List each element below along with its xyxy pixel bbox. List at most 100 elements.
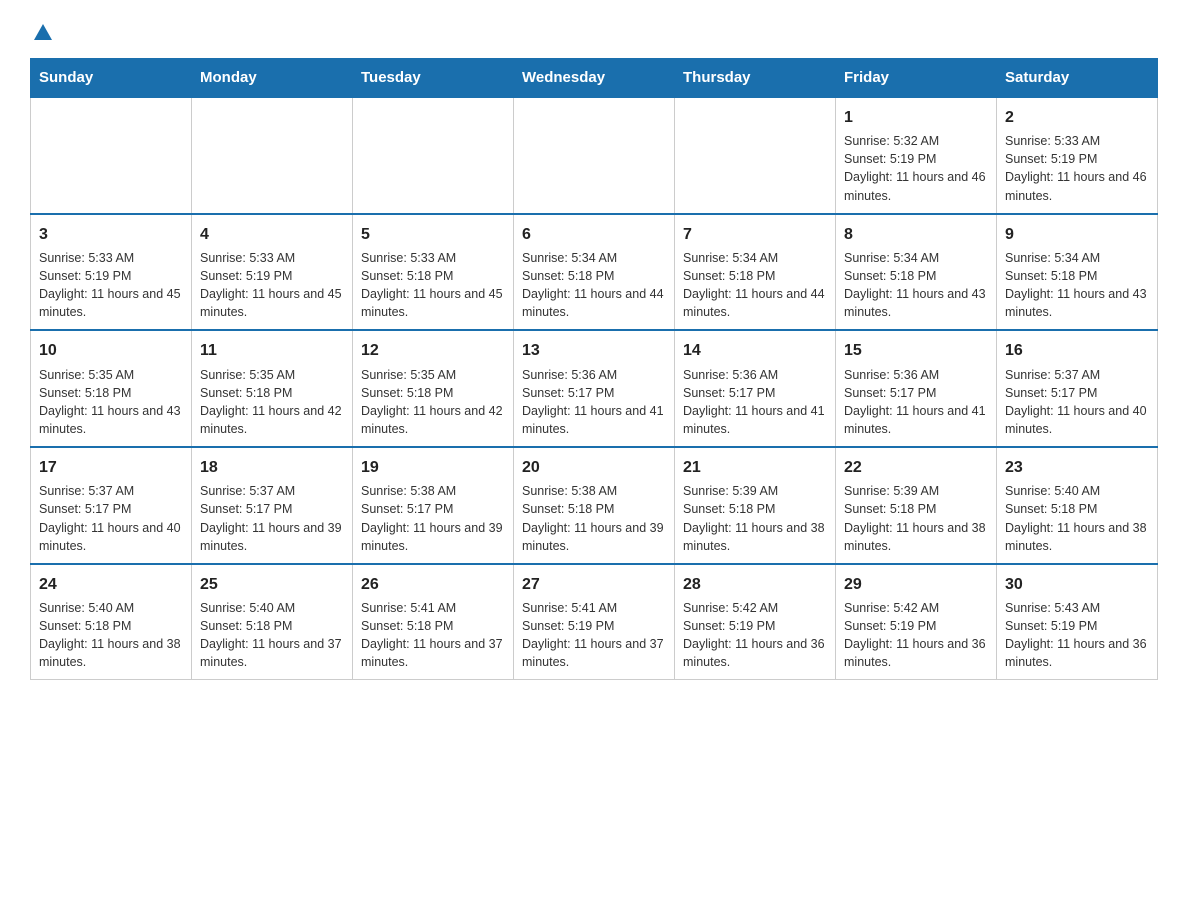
calendar-cell: 7 Sunrise: 5:34 AM Sunset: 5:18 PM Daylig… — [675, 214, 836, 331]
day-info: Sunrise: 5:33 AM Sunset: 5:18 PM Dayligh… — [361, 249, 505, 322]
day-number: 5 — [361, 223, 505, 246]
calendar-header-thursday: Thursday — [675, 59, 836, 98]
day-number: 16 — [1005, 339, 1149, 362]
calendar-cell: 8 Sunrise: 5:34 AM Sunset: 5:18 PM Daylig… — [836, 214, 997, 331]
calendar-cell: 11 Sunrise: 5:35 AM Sunset: 5:18 PM Dayli… — [192, 330, 353, 447]
calendar-cell: 24 Sunrise: 5:40 AM Sunset: 5:18 PM Dayli… — [31, 564, 192, 680]
day-number: 23 — [1005, 456, 1149, 479]
day-info: Sunrise: 5:33 AM Sunset: 5:19 PM Dayligh… — [39, 249, 183, 322]
calendar-cell: 26 Sunrise: 5:41 AM Sunset: 5:18 PM Dayli… — [353, 564, 514, 680]
calendar-cell: 23 Sunrise: 5:40 AM Sunset: 5:18 PM Dayli… — [997, 447, 1158, 564]
day-info: Sunrise: 5:41 AM Sunset: 5:19 PM Dayligh… — [522, 599, 666, 672]
calendar-header-wednesday: Wednesday — [514, 59, 675, 98]
day-number: 27 — [522, 573, 666, 596]
calendar-header-friday: Friday — [836, 59, 997, 98]
day-number: 9 — [1005, 223, 1149, 246]
day-info: Sunrise: 5:36 AM Sunset: 5:17 PM Dayligh… — [844, 366, 988, 439]
day-number: 15 — [844, 339, 988, 362]
logo — [30, 20, 54, 44]
day-info: Sunrise: 5:38 AM Sunset: 5:17 PM Dayligh… — [361, 482, 505, 555]
day-number: 26 — [361, 573, 505, 596]
day-number: 24 — [39, 573, 183, 596]
calendar-header-sunday: Sunday — [31, 59, 192, 98]
calendar-cell: 20 Sunrise: 5:38 AM Sunset: 5:18 PM Dayli… — [514, 447, 675, 564]
day-number: 3 — [39, 223, 183, 246]
calendar-week-row: 17 Sunrise: 5:37 AM Sunset: 5:17 PM Dayli… — [31, 447, 1158, 564]
calendar-week-row: 1 Sunrise: 5:32 AM Sunset: 5:19 PM Daylig… — [31, 97, 1158, 214]
day-info: Sunrise: 5:33 AM Sunset: 5:19 PM Dayligh… — [1005, 132, 1149, 205]
day-info: Sunrise: 5:42 AM Sunset: 5:19 PM Dayligh… — [683, 599, 827, 672]
day-info: Sunrise: 5:37 AM Sunset: 5:17 PM Dayligh… — [1005, 366, 1149, 439]
day-info: Sunrise: 5:35 AM Sunset: 5:18 PM Dayligh… — [39, 366, 183, 439]
day-number: 28 — [683, 573, 827, 596]
calendar-cell: 13 Sunrise: 5:36 AM Sunset: 5:17 PM Dayli… — [514, 330, 675, 447]
day-number: 25 — [200, 573, 344, 596]
calendar-header-row: SundayMondayTuesdayWednesdayThursdayFrid… — [31, 59, 1158, 98]
day-info: Sunrise: 5:41 AM Sunset: 5:18 PM Dayligh… — [361, 599, 505, 672]
calendar-cell: 25 Sunrise: 5:40 AM Sunset: 5:18 PM Dayli… — [192, 564, 353, 680]
day-number: 18 — [200, 456, 344, 479]
day-number: 17 — [39, 456, 183, 479]
logo-triangle-icon — [32, 22, 54, 44]
day-number: 8 — [844, 223, 988, 246]
calendar-cell: 27 Sunrise: 5:41 AM Sunset: 5:19 PM Dayli… — [514, 564, 675, 680]
day-info: Sunrise: 5:34 AM Sunset: 5:18 PM Dayligh… — [844, 249, 988, 322]
calendar-cell: 21Sunrise: 5:39 AM Sunset: 5:18 PM Dayli… — [675, 447, 836, 564]
day-info: Sunrise: 5:40 AM Sunset: 5:18 PM Dayligh… — [1005, 482, 1149, 555]
calendar-cell: 4 Sunrise: 5:33 AM Sunset: 5:19 PM Daylig… — [192, 214, 353, 331]
day-number: 7 — [683, 223, 827, 246]
calendar-cell: 30 Sunrise: 5:43 AM Sunset: 5:19 PM Dayli… — [997, 564, 1158, 680]
calendar-cell: 18 Sunrise: 5:37 AM Sunset: 5:17 PM Dayli… — [192, 447, 353, 564]
day-info: Sunrise: 5:38 AM Sunset: 5:18 PM Dayligh… — [522, 482, 666, 555]
day-info: Sunrise: 5:43 AM Sunset: 5:19 PM Dayligh… — [1005, 599, 1149, 672]
day-number: 21 — [683, 456, 827, 479]
calendar-cell: 16 Sunrise: 5:37 AM Sunset: 5:17 PM Dayli… — [997, 330, 1158, 447]
calendar-cell — [675, 97, 836, 214]
day-info: Sunrise: 5:34 AM Sunset: 5:18 PM Dayligh… — [683, 249, 827, 322]
calendar-cell: 1 Sunrise: 5:32 AM Sunset: 5:19 PM Daylig… — [836, 97, 997, 214]
day-number: 11 — [200, 339, 344, 362]
calendar-header-monday: Monday — [192, 59, 353, 98]
day-info: Sunrise: 5:42 AM Sunset: 5:19 PM Dayligh… — [844, 599, 988, 672]
calendar-cell: 5 Sunrise: 5:33 AM Sunset: 5:18 PM Daylig… — [353, 214, 514, 331]
day-number: 10 — [39, 339, 183, 362]
day-number: 13 — [522, 339, 666, 362]
calendar-cell: 19 Sunrise: 5:38 AM Sunset: 5:17 PM Dayli… — [353, 447, 514, 564]
day-number: 1 — [844, 106, 988, 129]
page-header — [30, 20, 1158, 44]
day-number: 29 — [844, 573, 988, 596]
day-info: Sunrise: 5:33 AM Sunset: 5:19 PM Dayligh… — [200, 249, 344, 322]
day-info: Sunrise: 5:32 AM Sunset: 5:19 PM Dayligh… — [844, 132, 988, 205]
day-number: 20 — [522, 456, 666, 479]
calendar-header-saturday: Saturday — [997, 59, 1158, 98]
day-info: Sunrise: 5:40 AM Sunset: 5:18 PM Dayligh… — [39, 599, 183, 672]
day-info: Sunrise: 5:36 AM Sunset: 5:17 PM Dayligh… — [522, 366, 666, 439]
day-number: 30 — [1005, 573, 1149, 596]
calendar-week-row: 3 Sunrise: 5:33 AM Sunset: 5:19 PM Daylig… — [31, 214, 1158, 331]
day-info: Sunrise: 5:36 AM Sunset: 5:17 PM Dayligh… — [683, 366, 827, 439]
calendar-cell: 2Sunrise: 5:33 AM Sunset: 5:19 PM Daylig… — [997, 97, 1158, 214]
calendar-cell: 3 Sunrise: 5:33 AM Sunset: 5:19 PM Daylig… — [31, 214, 192, 331]
day-number: 12 — [361, 339, 505, 362]
calendar-table: SundayMondayTuesdayWednesdayThursdayFrid… — [30, 58, 1158, 680]
day-number: 4 — [200, 223, 344, 246]
calendar-week-row: 10 Sunrise: 5:35 AM Sunset: 5:18 PM Dayli… — [31, 330, 1158, 447]
day-info: Sunrise: 5:40 AM Sunset: 5:18 PM Dayligh… — [200, 599, 344, 672]
calendar-cell: 14Sunrise: 5:36 AM Sunset: 5:17 PM Dayli… — [675, 330, 836, 447]
day-info: Sunrise: 5:39 AM Sunset: 5:18 PM Dayligh… — [844, 482, 988, 555]
day-number: 22 — [844, 456, 988, 479]
day-info: Sunrise: 5:37 AM Sunset: 5:17 PM Dayligh… — [200, 482, 344, 555]
calendar-cell: 6Sunrise: 5:34 AM Sunset: 5:18 PM Daylig… — [514, 214, 675, 331]
day-info: Sunrise: 5:35 AM Sunset: 5:18 PM Dayligh… — [361, 366, 505, 439]
calendar-cell: 10 Sunrise: 5:35 AM Sunset: 5:18 PM Dayli… — [31, 330, 192, 447]
calendar-cell — [192, 97, 353, 214]
calendar-cell — [353, 97, 514, 214]
calendar-cell: 9Sunrise: 5:34 AM Sunset: 5:18 PM Daylig… — [997, 214, 1158, 331]
day-number: 6 — [522, 223, 666, 246]
day-info: Sunrise: 5:37 AM Sunset: 5:17 PM Dayligh… — [39, 482, 183, 555]
calendar-cell: 29 Sunrise: 5:42 AM Sunset: 5:19 PM Dayli… — [836, 564, 997, 680]
day-number: 19 — [361, 456, 505, 479]
calendar-cell — [514, 97, 675, 214]
calendar-cell: 12 Sunrise: 5:35 AM Sunset: 5:18 PM Dayli… — [353, 330, 514, 447]
day-info: Sunrise: 5:35 AM Sunset: 5:18 PM Dayligh… — [200, 366, 344, 439]
